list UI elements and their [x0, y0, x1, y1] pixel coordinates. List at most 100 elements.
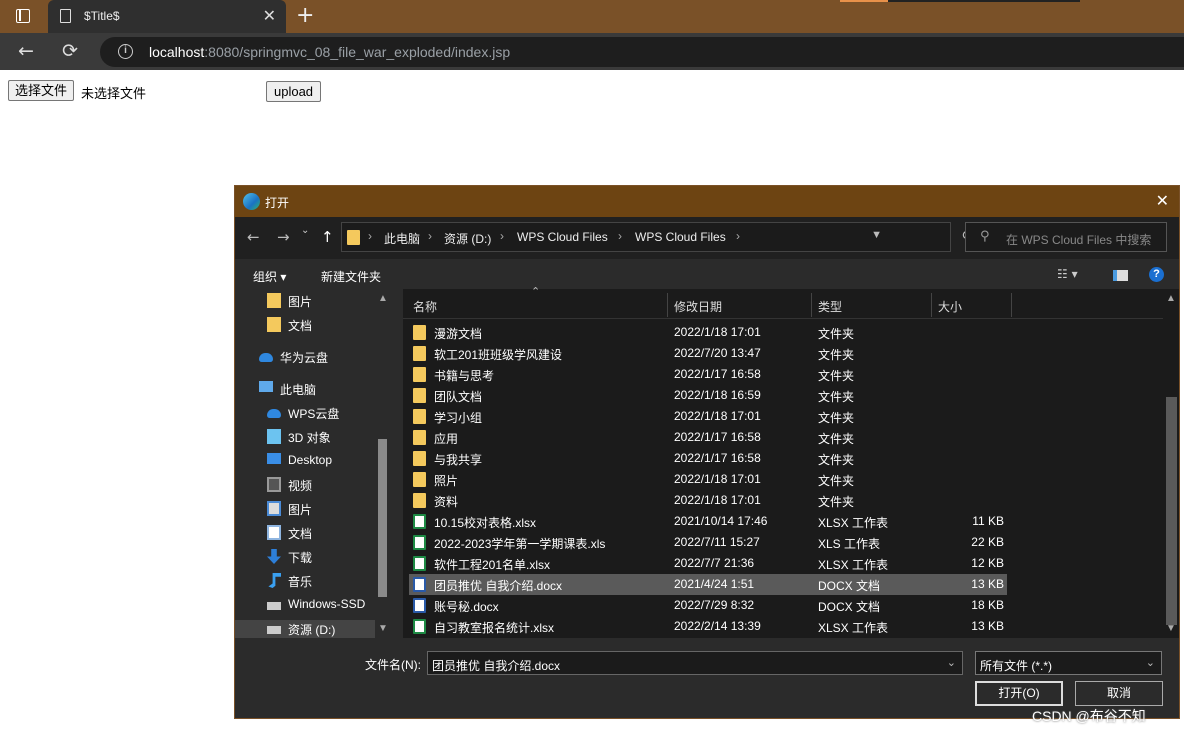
- scroll-down-icon[interactable]: ▼: [378, 623, 388, 634]
- help-icon[interactable]: ?: [1149, 267, 1164, 282]
- sidebar-item-label: WPS云盘: [288, 407, 340, 421]
- file-name: 软件工程201名单.xlsx: [434, 558, 551, 572]
- organize-button[interactable]: 组织 ▾: [253, 268, 286, 285]
- folder-icon: [413, 409, 426, 424]
- column-divider[interactable]: [1011, 293, 1012, 317]
- tab-actions-icon[interactable]: [16, 9, 30, 23]
- url-text: localhost:8080/springmvc_08_file_war_exp…: [149, 44, 510, 60]
- file-row[interactable]: 自习教室报名统计.xlsx 2022/2/14 13:39 XLSX 工作表 13 K…: [409, 616, 1007, 637]
- file-type: 文件夹: [818, 495, 855, 509]
- upload-button[interactable]: upload: [266, 81, 322, 102]
- nav-scrollbar[interactable]: ▲ ▼: [375, 289, 391, 638]
- breadcrumb-item[interactable]: 资源 (D:): [444, 230, 491, 247]
- file-row[interactable]: 资料 2022/1/18 17:01 文件夹: [409, 490, 1007, 511]
- breadcrumb-item[interactable]: WPS Cloud Files: [635, 230, 726, 244]
- column-divider[interactable]: [811, 293, 812, 317]
- file-row[interactable]: 团队文档 2022/1/18 16:59 文件夹: [409, 385, 1007, 406]
- recent-dropdown-icon[interactable]: ⌄: [301, 225, 309, 236]
- cloud-icon: [259, 353, 273, 362]
- sidebar-item-label: 此电脑: [280, 383, 317, 397]
- cancel-button[interactable]: 取消: [1075, 681, 1163, 706]
- dialog-toolbar: 组织 ▾ 新建文件夹 ☷ ▾ ?: [235, 259, 1179, 289]
- chevron-down-icon[interactable]: ▼: [871, 229, 882, 241]
- file-row[interactable]: 漫游文档 2022/1/18 17:01 文件夹: [409, 322, 1007, 343]
- scroll-up-icon[interactable]: ▲: [378, 293, 388, 304]
- back-arrow-icon[interactable]: ←: [247, 228, 260, 246]
- reload-button[interactable]: ⟳: [62, 40, 78, 62]
- breadcrumb-item[interactable]: WPS Cloud Files: [517, 230, 608, 244]
- new-tab-button[interactable]: +: [296, 3, 314, 28]
- browser-tab[interactable]: $Title$ ✕: [48, 0, 286, 33]
- file-row[interactable]: 照片 2022/1/18 17:01 文件夹: [409, 469, 1007, 490]
- file-date: 2022/1/17 16:58: [674, 367, 761, 381]
- breadcrumb-separator: ›: [428, 229, 432, 243]
- url-field[interactable]: i localhost:8080/springmvc_08_file_war_e…: [100, 37, 1184, 67]
- new-folder-button[interactable]: 新建文件夹: [321, 268, 381, 285]
- open-button[interactable]: 打开(O): [975, 681, 1063, 706]
- info-icon[interactable]: i: [118, 44, 133, 59]
- file-scroll-thumb[interactable]: [1166, 397, 1177, 625]
- column-header-date[interactable]: 修改日期: [674, 298, 722, 315]
- word-file-icon: [413, 577, 426, 592]
- drive-icon: [267, 602, 281, 610]
- choose-file-button[interactable]: 选择文件: [8, 80, 75, 101]
- word-file-icon: [413, 598, 426, 613]
- file-type: 文件夹: [818, 390, 855, 404]
- column-header-name[interactable]: 名称: [413, 298, 437, 315]
- sidebar-item-label: 华为云盘: [280, 351, 329, 365]
- breadcrumb-item[interactable]: 此电脑: [384, 230, 420, 247]
- file-list-scrollbar[interactable]: ▲ ▼: [1163, 289, 1179, 638]
- column-header-size[interactable]: 大小: [938, 298, 962, 315]
- computer-icon: [259, 381, 273, 392]
- column-header-type[interactable]: 类型: [818, 298, 842, 315]
- folder-icon: [413, 472, 426, 487]
- video-icon: [267, 477, 281, 492]
- file-row[interactable]: 10.15校对表格.xlsx 2021/10/14 17:46 XLSX 工作表 11…: [409, 511, 1007, 532]
- cloud-icon: [267, 409, 281, 418]
- file-row[interactable]: 软件工程201名单.xlsx 2022/7/7 21:36 XLSX 工作表 12 K…: [409, 553, 1007, 574]
- file-row[interactable]: 应用 2022/1/17 16:58 文件夹: [409, 427, 1007, 448]
- folder-icon: [413, 367, 426, 382]
- scroll-up-icon[interactable]: ▲: [1166, 293, 1176, 304]
- file-name: 漫游文档: [434, 327, 483, 341]
- file-date: 2022/1/18 17:01: [674, 409, 761, 423]
- breadcrumb[interactable]: › 此电脑 › 资源 (D:) › WPS Cloud Files › WPS …: [341, 222, 974, 252]
- chevron-down-icon[interactable]: ⌄: [947, 656, 956, 669]
- preview-pane-icon[interactable]: [1113, 270, 1128, 281]
- file-date: 2022/7/11 15:27: [674, 535, 760, 549]
- file-size: 11 KB: [972, 514, 1004, 528]
- up-arrow-icon[interactable]: ↑: [321, 228, 334, 246]
- file-name: 资料: [434, 495, 459, 509]
- search-input[interactable]: ⚲ 在 WPS Cloud Files 中搜索: [965, 222, 1167, 252]
- breadcrumb-separator: ›: [618, 229, 622, 243]
- file-row[interactable]: 2022-2023学年第一学期课表.xls 2022/7/11 15:27 XLS …: [409, 532, 1007, 553]
- file-name: 团队文档: [434, 390, 483, 404]
- file-row[interactable]: 团员推优 自我介绍.docx 2021/4/24 1:51 DOCX 文档 13 KB: [409, 574, 1007, 595]
- view-options-icon[interactable]: ☷ ▾: [1057, 267, 1078, 281]
- file-name: 团员推优 自我介绍.docx: [434, 579, 563, 593]
- filetype-select[interactable]: 所有文件 (*.*) ⌄: [975, 651, 1162, 675]
- column-divider[interactable]: [667, 293, 668, 317]
- sidebar-item-label: Windows-SSD: [288, 597, 366, 611]
- drive-icon: [267, 626, 281, 634]
- column-divider[interactable]: [931, 293, 932, 317]
- file-row[interactable]: 账号秘.docx 2022/7/29 8:32 DOCX 文档 18 KB: [409, 595, 1007, 616]
- file-date: 2022/7/29 8:32: [674, 598, 755, 612]
- close-tab-icon[interactable]: ✕: [263, 6, 276, 26]
- tab-title: $Title$: [84, 9, 120, 23]
- nav-scroll-thumb[interactable]: [378, 439, 387, 597]
- file-row[interactable]: 学习小组 2022/1/18 17:01 文件夹: [409, 406, 1007, 427]
- sort-ascending-icon: ⌃: [531, 286, 541, 298]
- forward-arrow-icon[interactable]: →: [277, 228, 290, 246]
- file-date: 2022/1/18 16:59: [674, 388, 761, 402]
- scroll-down-icon[interactable]: ▼: [1166, 623, 1176, 634]
- filename-field[interactable]: 团员推优 自我介绍.docx ⌄: [427, 651, 963, 675]
- file-row[interactable]: 书籍与思考 2022/1/17 16:58 文件夹: [409, 364, 1007, 385]
- file-row[interactable]: 与我共享 2022/1/17 16:58 文件夹: [409, 448, 1007, 469]
- file-row[interactable]: 软工201班班级学风建设 2022/7/20 13:47 文件夹: [409, 343, 1007, 364]
- back-button[interactable]: ←: [18, 40, 34, 62]
- chevron-down-icon[interactable]: ⌄: [1146, 656, 1155, 669]
- file-name: 自习教室报名统计.xlsx: [434, 621, 555, 635]
- file-type: XLSX 工作表: [818, 621, 889, 635]
- dialog-close-icon[interactable]: ✕: [1156, 191, 1169, 210]
